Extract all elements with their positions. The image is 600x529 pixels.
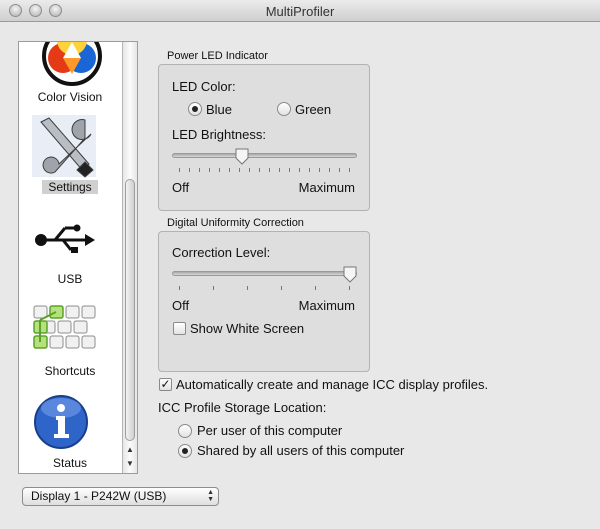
color-wheel-icon [42, 42, 102, 86]
title-bar: MultiProfiler [0, 0, 600, 22]
led-brightness-label: LED Brightness: [172, 127, 266, 142]
sidebar-item-label: Settings [19, 180, 121, 194]
sidebar-item-settings[interactable]: Settings [19, 114, 121, 198]
correction-level-max-label: Maximum [298, 298, 355, 313]
icc-shared-label: Shared by all users of this computer [197, 443, 405, 458]
chevron-updown-icon: ▲ ▼ [207, 489, 214, 503]
scrollbar-thumb[interactable] [125, 179, 135, 441]
sidebar: Color Vision Settings USB Shortcuts Stat… [18, 41, 138, 474]
sidebar-item-label: Color Vision [37, 90, 103, 104]
icc-location-label: ICC Profile Storage Location: [158, 400, 327, 415]
icc-shared-radio[interactable] [178, 444, 192, 458]
display-select-value: Display 1 - P242W (USB) [31, 489, 167, 503]
app-window: MultiProfiler Color Vision Settings USB … [0, 0, 600, 529]
display-select[interactable]: Display 1 - P242W (USB) ▲ ▼ [22, 487, 219, 506]
icc-per-user-radio[interactable] [178, 424, 192, 438]
auto-icc-checkbox[interactable]: ✓ [159, 378, 172, 391]
led-blue-label: Blue [206, 102, 233, 117]
sidebar-item-shortcuts[interactable]: Shortcuts [19, 300, 121, 382]
scroll-up-arrow[interactable]: ▲ [123, 443, 137, 457]
keyboard-icon [33, 305, 96, 349]
led-green-label: Green [295, 102, 332, 117]
uniformity-group-title: Digital Uniformity Correction [167, 217, 304, 229]
show-white-screen-checkbox[interactable] [173, 322, 186, 335]
led-green-radio[interactable] [277, 102, 291, 116]
correction-level-label: Correction Level: [172, 245, 271, 260]
scroll-down-arrow[interactable]: ▼ [123, 457, 137, 471]
window-title: MultiProfiler [265, 4, 335, 19]
usb-icon [35, 224, 95, 253]
led-color-label: LED Color: [172, 79, 236, 94]
correction-level-knob[interactable] [343, 266, 357, 283]
correction-level-ticks [179, 286, 350, 290]
led-brightness-min-label: Off [172, 180, 190, 195]
sidebar-item-status[interactable]: Status [19, 392, 121, 473]
led-brightness-ticks [179, 168, 350, 172]
power-led-panel: LED Color: Blue Green LED Brightness: Of… [158, 64, 370, 211]
wrench-screwdriver-icon [32, 115, 96, 178]
sidebar-item-label: Status [52, 456, 88, 470]
show-white-screen-label: Show White Screen [190, 321, 305, 336]
info-icon [34, 395, 88, 449]
correction-level-slider[interactable] [172, 271, 357, 276]
uniformity-panel: Correction Level: Off Maximum Show White… [158, 231, 370, 372]
icc-per-user-label: Per user of this computer [197, 423, 343, 438]
led-brightness-slider[interactable] [172, 153, 357, 158]
led-blue-radio[interactable] [188, 102, 202, 116]
sidebar-item-label: Shortcuts [44, 364, 96, 378]
power-led-group-title: Power LED Indicator [167, 50, 268, 62]
sidebar-scrollbar[interactable]: ▲ ▼ [122, 42, 137, 473]
led-brightness-knob[interactable] [235, 148, 249, 165]
correction-level-min-label: Off [172, 298, 190, 313]
auto-icc-label: Automatically create and manage ICC disp… [176, 377, 489, 392]
sidebar-item-label: USB [57, 272, 83, 286]
sidebar-item-color-vision[interactable]: Color Vision [19, 42, 121, 110]
sidebar-item-usb[interactable]: USB [19, 214, 121, 290]
led-brightness-max-label: Maximum [298, 180, 355, 195]
